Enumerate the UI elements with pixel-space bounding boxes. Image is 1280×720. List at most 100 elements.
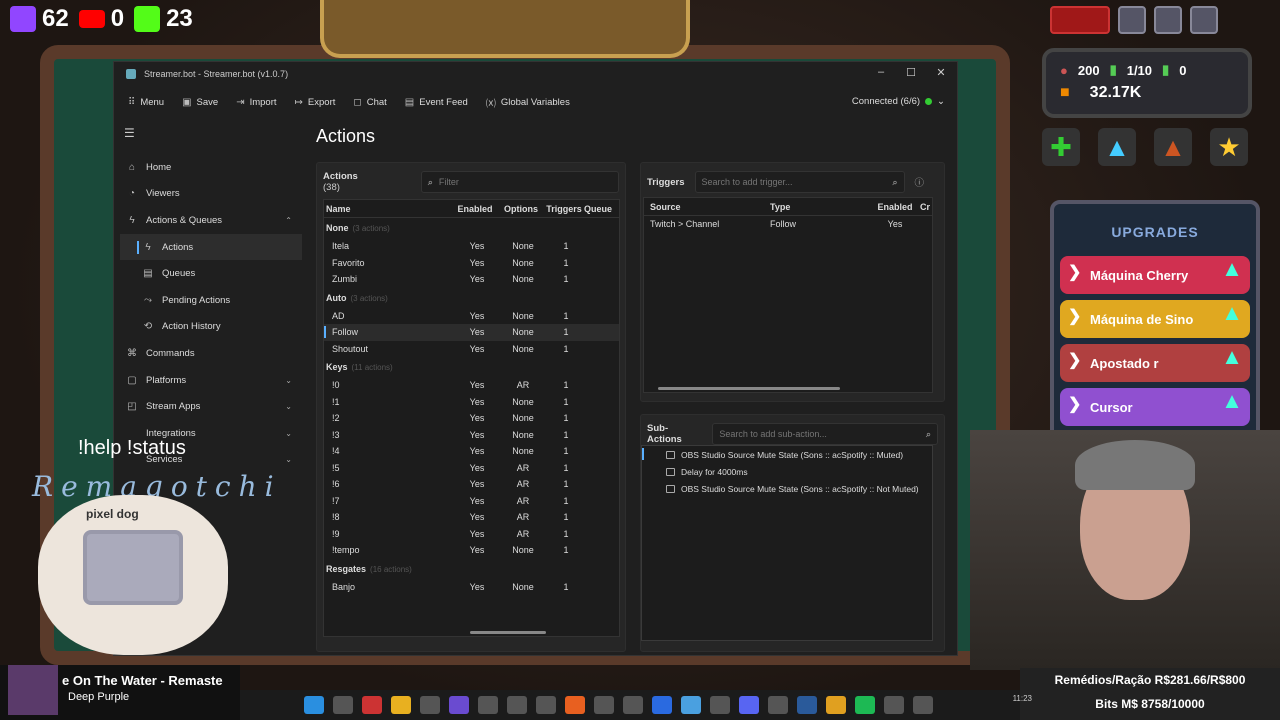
app-icon[interactable] bbox=[536, 696, 556, 714]
table-cell: !7 bbox=[332, 495, 340, 506]
hamburger-icon[interactable]: ☰ bbox=[124, 126, 135, 140]
sidebar-item-actions-queues[interactable]: ϟ Actions & Queues ⌃ bbox=[120, 207, 302, 234]
table-cell: Yes bbox=[469, 241, 485, 252]
main-content: Actions Actions (38) ⌕ Name Enabled Opti… bbox=[310, 118, 955, 656]
minimize-button[interactable]: – bbox=[871, 66, 891, 82]
col-name[interactable]: Name bbox=[324, 204, 452, 214]
chat-button[interactable]: ◻ Chat bbox=[347, 93, 392, 112]
col-type[interactable]: Type bbox=[770, 202, 870, 212]
col-queue[interactable]: Queue bbox=[584, 204, 614, 214]
table-cell: Yes bbox=[469, 512, 485, 523]
subaction-item[interactable]: Delay for 4000ms bbox=[642, 463, 932, 480]
menu-button[interactable]: ⠿ Menu bbox=[122, 93, 170, 112]
subaction-label: OBS Studio Source Mute State (Sons :: ac… bbox=[681, 449, 904, 460]
event-feed-button[interactable]: ▤ Event Feed bbox=[399, 93, 474, 112]
col-enabled[interactable]: Enabled bbox=[452, 204, 498, 214]
chrome-icon[interactable] bbox=[826, 696, 846, 714]
nav-icon: ▤ bbox=[143, 268, 153, 280]
app-icon[interactable] bbox=[449, 696, 469, 714]
app-icon[interactable] bbox=[420, 696, 440, 714]
windows-start-icon[interactable] bbox=[304, 696, 324, 714]
col-triggers[interactable]: Triggers bbox=[544, 204, 584, 214]
twitch-stat: 62 bbox=[10, 5, 69, 33]
app-icon[interactable] bbox=[594, 696, 614, 714]
trigger-search-input[interactable] bbox=[701, 177, 887, 187]
taskview-icon[interactable] bbox=[333, 696, 353, 714]
app-icon[interactable] bbox=[623, 696, 643, 714]
table-row[interactable]: Shoutout Yes None 1 bbox=[324, 341, 619, 358]
action-group-header[interactable]: None (3 actions) bbox=[324, 218, 619, 238]
table-row[interactable]: Zumbi Yes None 1 bbox=[324, 271, 619, 288]
app-icon[interactable] bbox=[884, 696, 904, 714]
app-icon[interactable] bbox=[710, 696, 730, 714]
steam-icon[interactable] bbox=[797, 696, 817, 714]
horizontal-scrollbar[interactable] bbox=[470, 631, 546, 634]
action-group-header[interactable]: Auto (3 actions) bbox=[324, 288, 619, 308]
sidebar-item-queues[interactable]: ▤ Queues bbox=[120, 260, 302, 287]
sidebar-item-platforms[interactable]: ▢ Platforms ⌄ bbox=[120, 367, 302, 394]
table-row[interactable]: !7 Yes AR 1 bbox=[324, 493, 619, 510]
close-button[interactable]: ✕ bbox=[931, 66, 951, 82]
table-row[interactable]: Itela Yes None 1 bbox=[324, 238, 619, 255]
col-criteria[interactable]: Cr bbox=[920, 202, 932, 212]
action-group-header[interactable]: Resgates (16 actions) bbox=[324, 559, 619, 579]
app-icon[interactable] bbox=[652, 696, 672, 714]
sidebar-item-home[interactable]: ⌂ Home bbox=[120, 154, 302, 181]
actions-table: Name Enabled Options Triggers Queue None… bbox=[323, 199, 620, 637]
save-button[interactable]: ▣ Save bbox=[176, 93, 224, 112]
col-trigger-enabled[interactable]: Enabled bbox=[870, 202, 920, 212]
subaction-item[interactable]: OBS Studio Source Mute State (Sons :: ac… bbox=[642, 446, 932, 463]
app-icon[interactable] bbox=[913, 696, 933, 714]
subaction-search[interactable]: ⌕ bbox=[712, 423, 938, 445]
gear-icon bbox=[1190, 6, 1218, 34]
action-group-header[interactable]: Keys (11 actions) bbox=[324, 357, 619, 377]
table-row[interactable]: !tempo Yes None 1 bbox=[324, 542, 619, 559]
table-row[interactable]: Banjo Yes None 1 bbox=[324, 579, 619, 596]
subaction-item[interactable]: OBS Studio Source Mute State (Sons :: ac… bbox=[642, 480, 932, 497]
table-row[interactable]: Twitch > Channel Follow Yes bbox=[644, 216, 932, 233]
folder-icon[interactable] bbox=[391, 696, 411, 714]
sidebar-item-commands[interactable]: ⌘ Commands bbox=[120, 340, 302, 367]
sidebar-item-stream-apps[interactable]: ◰ Stream Apps ⌄ bbox=[120, 393, 302, 420]
sidebar-item-action-history[interactable]: ⟲ Action History bbox=[120, 314, 302, 341]
table-row[interactable]: !3 Yes None 1 bbox=[324, 427, 619, 444]
sidebar-item-viewers[interactable]: ◔ Viewers bbox=[120, 181, 302, 208]
table-row[interactable]: !6 Yes AR 1 bbox=[324, 476, 619, 493]
connection-status[interactable]: Connected (6/6) ⌄ bbox=[852, 96, 945, 107]
terminal-icon[interactable] bbox=[507, 696, 527, 714]
sidebar-item-pending-actions[interactable]: ⤳ Pending Actions bbox=[120, 287, 302, 314]
col-source[interactable]: Source bbox=[644, 202, 770, 212]
chat-icon: ◻ bbox=[353, 96, 362, 108]
global-variables-button[interactable]: ⒳ Global Variables bbox=[480, 91, 576, 114]
streamerbot-icon[interactable] bbox=[681, 696, 701, 714]
table-row[interactable]: !8 Yes AR 1 bbox=[324, 509, 619, 526]
import-button[interactable]: ⇥ Import bbox=[230, 93, 282, 112]
subaction-search-input[interactable] bbox=[719, 429, 920, 439]
horizontal-scrollbar[interactable] bbox=[658, 387, 840, 390]
sidebar-item-actions[interactable]: ϟ Actions bbox=[120, 233, 302, 261]
table-row[interactable]: !2 Yes None 1 bbox=[324, 410, 619, 427]
vivaldi-icon[interactable] bbox=[362, 696, 382, 714]
table-row[interactable]: Follow Yes None 1 bbox=[324, 324, 619, 341]
maximize-button[interactable]: ☐ bbox=[901, 66, 921, 82]
app-icon[interactable] bbox=[768, 696, 788, 714]
discord-icon[interactable] bbox=[739, 696, 759, 714]
actions-filter[interactable]: ⌕ bbox=[420, 171, 619, 193]
table-row[interactable]: !4 Yes None 1 bbox=[324, 443, 619, 460]
info-icon[interactable]: ⓘ bbox=[915, 175, 925, 189]
subactions-list: OBS Studio Source Mute State (Sons :: ac… bbox=[641, 445, 933, 641]
col-options[interactable]: Options bbox=[498, 204, 544, 214]
trigger-search[interactable]: ⌕ bbox=[694, 171, 905, 193]
table-row[interactable]: !9 Yes AR 1 bbox=[324, 526, 619, 543]
export-button[interactable]: ↦ Export bbox=[289, 93, 342, 112]
table-row[interactable]: Favorito Yes None 1 bbox=[324, 255, 619, 272]
app-icon[interactable] bbox=[565, 696, 585, 714]
app-icon[interactable] bbox=[478, 696, 498, 714]
table-row[interactable]: !1 Yes None 1 bbox=[324, 394, 619, 411]
filter-input[interactable] bbox=[438, 177, 612, 187]
table-row[interactable]: !0 Yes AR 1 bbox=[324, 377, 619, 394]
table-cell: AR bbox=[516, 528, 530, 539]
spotify-icon[interactable] bbox=[855, 696, 875, 714]
table-row[interactable]: AD Yes None 1 bbox=[324, 308, 619, 325]
table-row[interactable]: !5 Yes AR 1 bbox=[324, 460, 619, 477]
